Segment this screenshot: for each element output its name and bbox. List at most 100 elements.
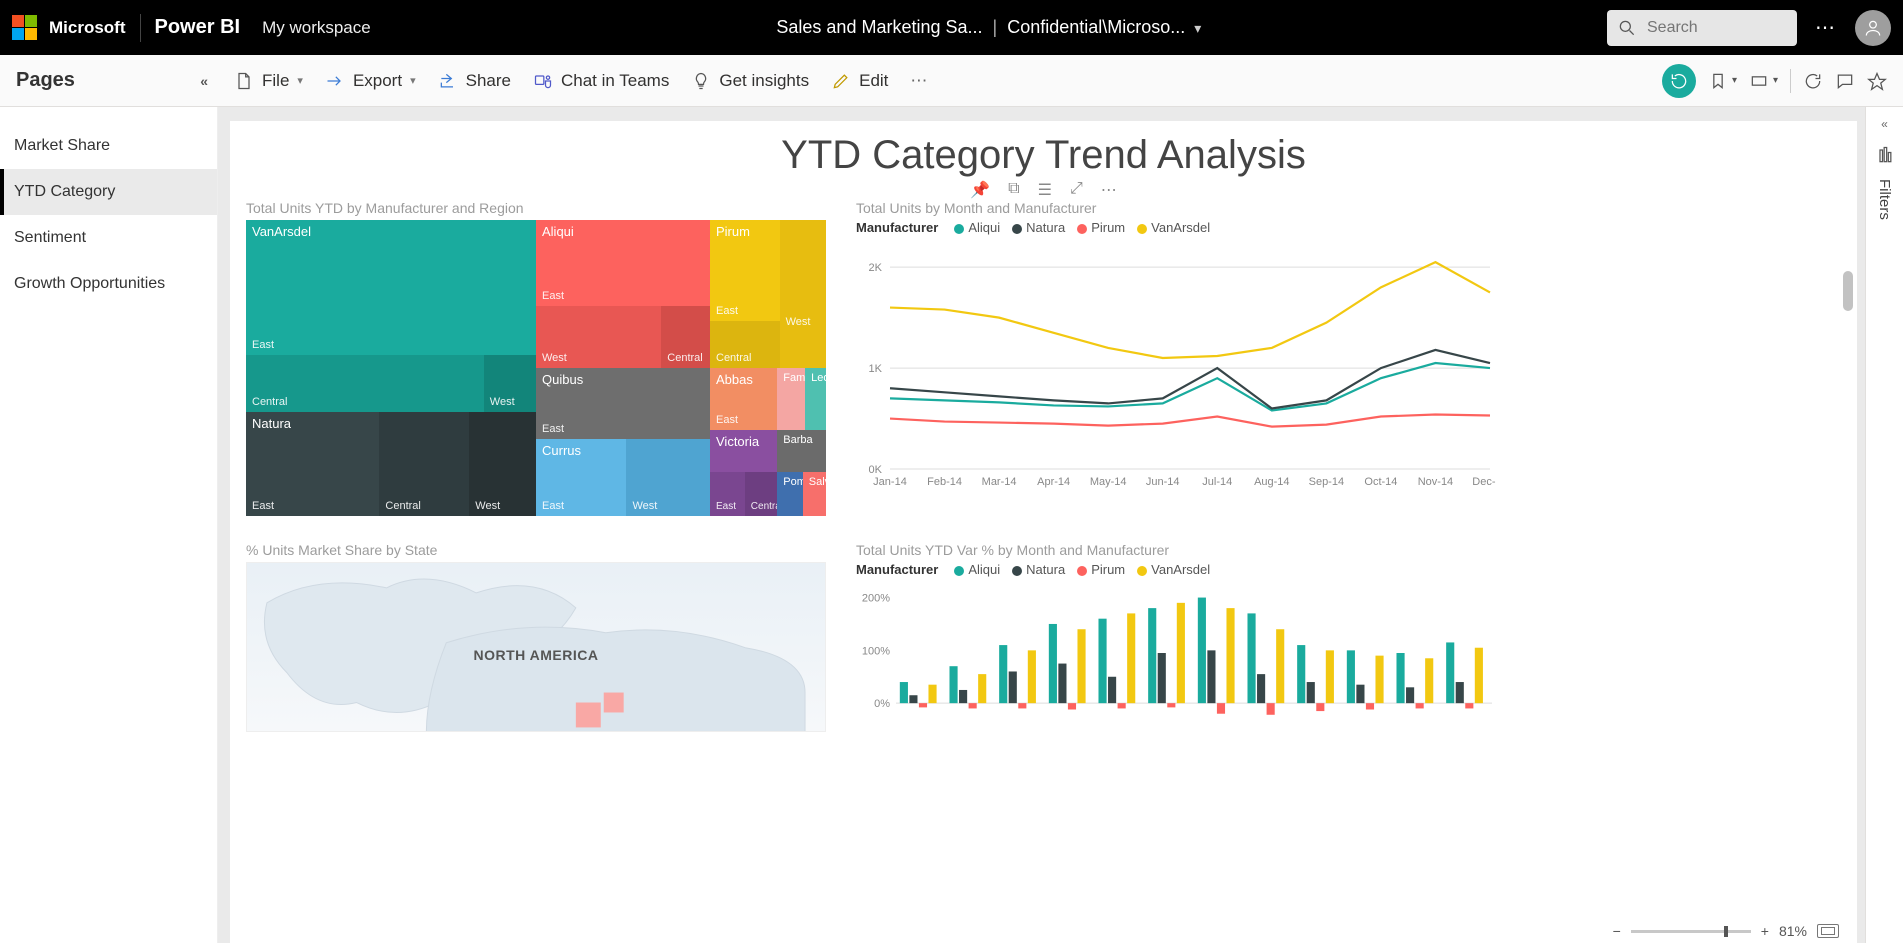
legend-item[interactable]: VanArsdel xyxy=(1151,220,1210,235)
favorite-button[interactable] xyxy=(1867,71,1887,91)
rectangle-icon xyxy=(1749,71,1769,91)
tm-region: Central xyxy=(716,352,751,364)
tm-pomum: Pomum xyxy=(783,476,803,488)
tm-pirum: Pirum xyxy=(716,224,750,239)
legend-item[interactable]: Natura xyxy=(1026,562,1065,577)
reset-button[interactable] xyxy=(1662,64,1696,98)
line-chart-visual[interactable]: Total Units by Month and Manufacturer Ma… xyxy=(856,200,1496,516)
zoom-in-button[interactable]: + xyxy=(1761,923,1769,939)
reset-icon xyxy=(1669,71,1689,91)
svg-text:Dec-14: Dec-14 xyxy=(1472,476,1496,488)
get-insights-button[interactable]: Get insights xyxy=(691,71,809,91)
search-icon xyxy=(1617,18,1637,38)
global-search[interactable] xyxy=(1607,10,1797,46)
person-icon xyxy=(1863,18,1883,38)
legend-item[interactable]: Pirum xyxy=(1091,562,1125,577)
svg-text:2K: 2K xyxy=(869,262,883,274)
tm-region: Central xyxy=(385,500,420,512)
teams-icon xyxy=(533,71,553,91)
collapse-pages-icon[interactable]: « xyxy=(200,73,208,89)
svg-text:100%: 100% xyxy=(862,645,890,657)
export-menu[interactable]: Export ▾ xyxy=(325,71,416,91)
line-title: Total Units by Month and Manufacturer xyxy=(856,200,1496,216)
fit-to-page-icon[interactable] xyxy=(1817,924,1839,938)
page-sentiment[interactable]: Sentiment xyxy=(0,215,217,261)
view-dropdown[interactable]: ▾ xyxy=(1749,71,1778,91)
sensitivity-text: Confidential\Microso... xyxy=(1007,17,1185,37)
pages-label: Pages xyxy=(16,69,75,92)
sensitivity-label[interactable]: Confidential\Microso... ▾ xyxy=(1007,17,1201,38)
svg-text:Mar-14: Mar-14 xyxy=(982,476,1017,488)
filter-icon[interactable]: ☰ xyxy=(1038,180,1052,200)
legend-label: Manufacturer xyxy=(856,562,938,577)
refresh-button[interactable] xyxy=(1803,71,1823,91)
svg-text:Apr-14: Apr-14 xyxy=(1037,476,1070,488)
filters-pane-collapsed[interactable]: « Filters xyxy=(1865,107,1903,943)
chat-teams-button[interactable]: Chat in Teams xyxy=(533,71,669,91)
more-commands[interactable]: ⋯ xyxy=(910,71,929,91)
tm-barba: Barba xyxy=(783,434,812,446)
share-button[interactable]: Share xyxy=(438,71,511,91)
zoom-out-button[interactable]: − xyxy=(1613,923,1621,939)
legend-item[interactable]: Aliqui xyxy=(968,562,1000,577)
map-body: NORTH AMERICA xyxy=(246,562,826,732)
search-input[interactable] xyxy=(1647,19,1767,37)
treemap-body: VanArsdel East Central West Natura xyxy=(246,220,826,516)
tm-aliqui: Aliqui xyxy=(542,224,574,239)
title-area: Sales and Marketing Sa... | Confidential… xyxy=(371,17,1607,38)
report-name[interactable]: Sales and Marketing Sa... xyxy=(776,17,982,38)
bar-chart-visual[interactable]: Total Units YTD Var % by Month and Manuf… xyxy=(856,542,1496,736)
focus-mode-icon[interactable]: ⤢ xyxy=(1070,180,1083,200)
command-bar-right: ▾ ▾ xyxy=(1662,64,1903,98)
pin-icon[interactable]: 📌 xyxy=(970,180,990,200)
legend-item[interactable]: Aliqui xyxy=(968,220,1000,235)
page-growth-opportunities[interactable]: Growth Opportunities xyxy=(0,261,217,307)
comment-button[interactable] xyxy=(1835,71,1855,91)
bookmark-icon xyxy=(1708,71,1728,91)
tm-region: East xyxy=(252,339,274,351)
map-continent-label: NORTH AMERICA xyxy=(474,647,599,663)
tm-salvus: Salvus xyxy=(809,476,826,488)
dot-icon xyxy=(1137,566,1147,576)
svg-text:May-14: May-14 xyxy=(1090,476,1127,488)
expand-filters-icon[interactable]: « xyxy=(1881,117,1888,131)
more-icon[interactable]: ⋯ xyxy=(1101,180,1117,200)
legend-item[interactable]: Pirum xyxy=(1091,220,1125,235)
workspace-breadcrumb[interactable]: My workspace xyxy=(262,18,371,38)
file-menu[interactable]: File ▾ xyxy=(234,71,303,91)
page-market-share[interactable]: Market Share xyxy=(0,123,217,169)
product-brand[interactable]: Power BI xyxy=(155,16,241,39)
canvas-area: YTD Category Trend Analysis 📌 ⧉ ☰ ⤢ ⋯ To… xyxy=(218,107,1865,943)
treemap-title: Total Units YTD by Manufacturer and Regi… xyxy=(246,200,826,216)
tm-region: West xyxy=(632,500,657,512)
bar-chart-plot: 0%100%200% xyxy=(856,583,1496,733)
map-visual[interactable]: % Units Market Share by State NORTH AMER… xyxy=(246,542,826,736)
zoom-value: 81% xyxy=(1779,923,1807,939)
svg-text:Jan-14: Jan-14 xyxy=(873,476,907,488)
zoom-slider[interactable] xyxy=(1631,930,1751,933)
legend-item[interactable]: Natura xyxy=(1026,220,1065,235)
chevron-down-icon: ▾ xyxy=(1773,75,1778,86)
dot-icon xyxy=(1012,566,1022,576)
copy-icon[interactable]: ⧉ xyxy=(1008,180,1019,200)
treemap-visual[interactable]: Total Units YTD by Manufacturer and Regi… xyxy=(246,200,826,516)
tm-currus: Currus xyxy=(542,443,581,458)
page-ytd-category[interactable]: YTD Category xyxy=(0,169,217,215)
account-avatar[interactable] xyxy=(1855,10,1891,46)
tm-region: West xyxy=(490,396,515,408)
svg-text:0%: 0% xyxy=(874,698,890,710)
report-canvas[interactable]: YTD Category Trend Analysis 📌 ⧉ ☰ ⤢ ⋯ To… xyxy=(230,121,1857,943)
microsoft-logo-icon xyxy=(12,15,37,40)
edit-label: Edit xyxy=(859,71,888,91)
edit-button[interactable]: Edit xyxy=(831,71,888,91)
scrollbar-thumb[interactable] xyxy=(1843,271,1853,311)
bookmark-dropdown[interactable]: ▾ xyxy=(1708,71,1737,91)
share-icon xyxy=(438,71,458,91)
title-separator: | xyxy=(993,17,998,38)
legend-item[interactable]: VanArsdel xyxy=(1151,562,1210,577)
filters-label: Filters xyxy=(1876,179,1893,220)
tm-region: East xyxy=(542,423,564,435)
more-options-button[interactable]: ⋯ xyxy=(1815,15,1837,40)
dot-icon xyxy=(954,566,964,576)
tm-abbas: Abbas xyxy=(716,372,753,387)
